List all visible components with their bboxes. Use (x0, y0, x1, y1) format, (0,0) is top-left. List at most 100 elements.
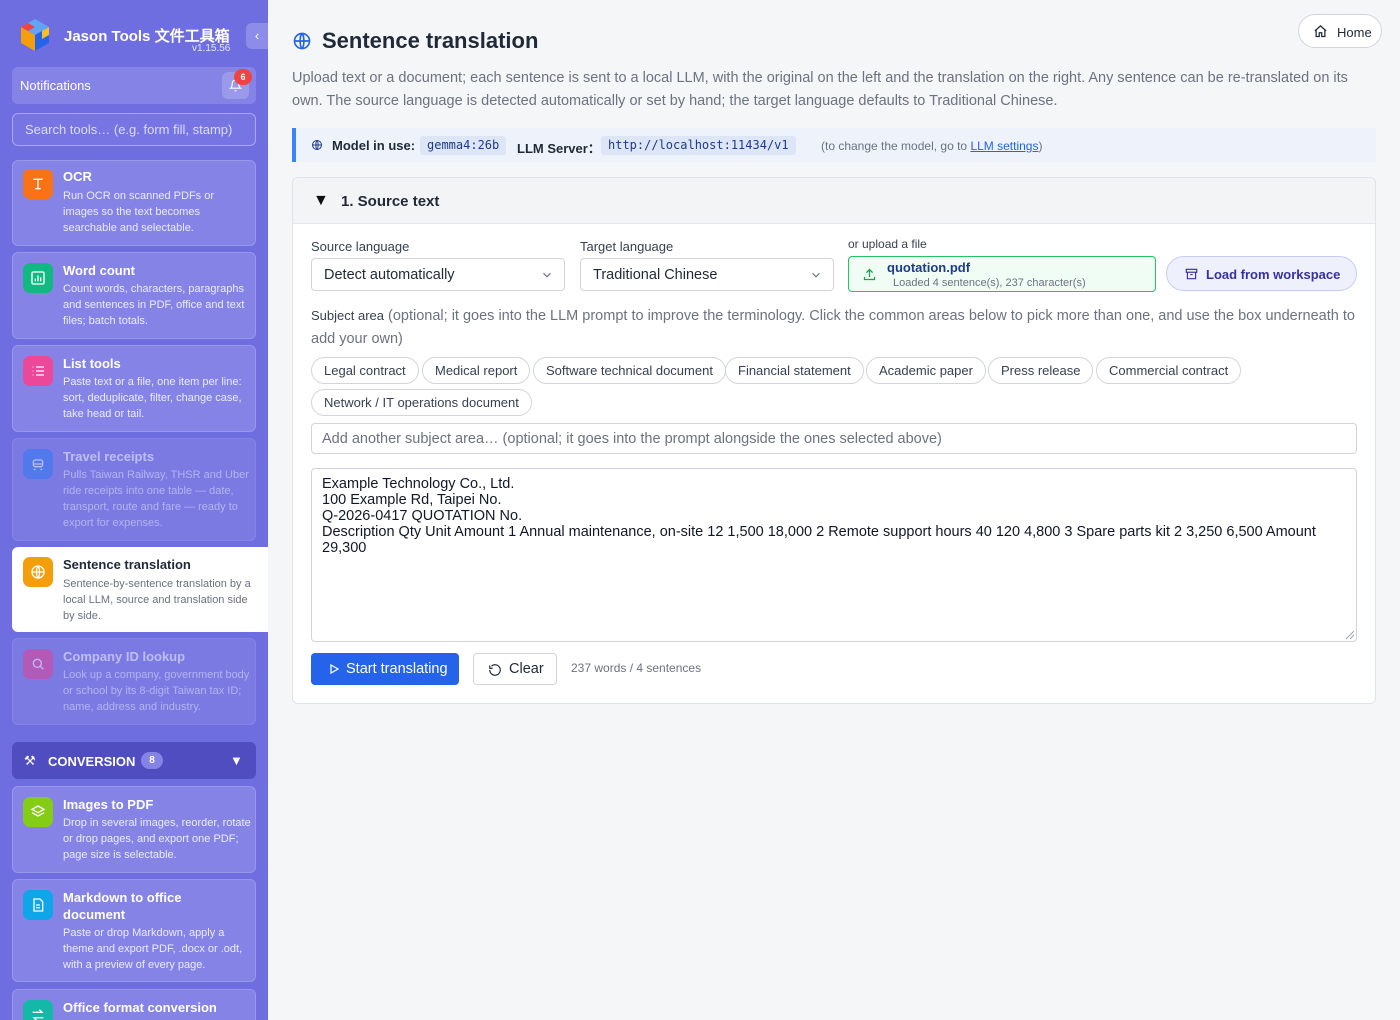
play-icon (330, 663, 340, 675)
server-value: http://localhost:11434/v1 (601, 136, 796, 155)
globe-icon (293, 32, 311, 50)
tool-card-list-tools[interactable]: List tools Paste text or a file, one ite… (12, 345, 256, 432)
page-title: Sentence translation (322, 28, 539, 53)
home-button[interactable]: Home (1298, 14, 1382, 48)
uploaded-file-status: Loaded 4 sentence(s), 237 character(s) (893, 277, 1086, 289)
model-change-hint: (to change the model, go to LLM settings… (821, 139, 1042, 153)
uploaded-file-name: quotation.pdf (887, 260, 971, 275)
tool-card-office-format-conversion[interactable]: Office format conversion (12, 989, 256, 1020)
archive-icon (1185, 268, 1198, 280)
app-logo-icon (21, 19, 49, 51)
tool-title: Word count (63, 263, 135, 278)
start-translating-button[interactable]: Start translating (311, 653, 459, 685)
swap-icon (23, 1000, 53, 1020)
chevron-down-icon (543, 272, 551, 278)
chip-legal-contract[interactable]: Legal contract (311, 357, 419, 384)
subject-area-hint: (optional; it goes into the LLM prompt t… (311, 308, 1355, 347)
subject-area-label: Subject area (311, 308, 384, 323)
tool-title: Images to PDF (63, 797, 154, 812)
tool-title: Travel receipts (63, 449, 155, 464)
source-language-label: Source language (311, 239, 410, 254)
upload-label: or upload a file (848, 237, 927, 251)
globe-icon (23, 557, 53, 587)
sidebar: Jason Tools 文件工具箱 v1.15.56 ‹ Notificatio… (0, 0, 268, 1020)
hint-suffix: ) (1038, 139, 1043, 153)
chip-network-it-operations-document[interactable]: Network / IT operations document (311, 389, 532, 416)
tool-card-sentence-translation[interactable]: Sentence translation Sentence-by-sentenc… (12, 547, 268, 632)
start-translating-label: Start translating (346, 661, 448, 677)
target-language-value: Traditional Chinese (593, 267, 718, 283)
model-label: Model in use: (332, 138, 416, 153)
tool-card-word-count[interactable]: Word count Count words, characters, para… (12, 252, 256, 339)
tool-description: Look up a company, government body or sc… (63, 669, 250, 713)
magic-wand-icon: ⚒ (24, 753, 36, 768)
chip-financial-statement[interactable]: Financial statement (725, 357, 864, 384)
tool-card-company-id-lookup[interactable]: Company ID lookup Look up a company, gov… (12, 638, 256, 725)
document-icon (23, 890, 53, 920)
bar-chart-icon (23, 263, 53, 293)
tool-card-markdown-to-office[interactable]: Markdown to office document Paste or dro… (12, 879, 256, 982)
tool-description: Paste or drop Markdown, apply a theme an… (63, 927, 243, 971)
collapse-sidebar-button[interactable]: ‹ (246, 23, 268, 49)
tool-description: Run OCR on scanned PDFs or images so the… (63, 190, 215, 234)
source-text-area[interactable]: Example Technology Co., Ltd. 100 Example… (311, 468, 1357, 642)
file-upload-dropzone[interactable]: quotation.pdf Loaded 4 sentence(s), 237 … (848, 256, 1156, 292)
tool-description: Count words, characters, paragraphs and … (63, 283, 245, 327)
chip-academic-paper[interactable]: Academic paper (866, 357, 986, 384)
tool-card-travel-receipts[interactable]: Travel receipts Pulls Taiwan Railway, TH… (12, 438, 256, 541)
section-title: 1. Source text (341, 193, 440, 210)
custom-subject-area-input[interactable] (311, 423, 1357, 454)
tool-description: Pulls Taiwan Railway, THSR and Uber ride… (63, 469, 249, 529)
word-sentence-count: 237 words / 4 sentences (571, 661, 702, 675)
tool-card-images-to-pdf[interactable]: Images to PDF Drop in several images, re… (12, 786, 256, 873)
app-version: v1.15.56 (192, 43, 231, 54)
category-label: CONVERSION (48, 754, 136, 769)
category-count-badge: 8 (141, 752, 163, 769)
collapse-triangle-icon: ▼ (313, 192, 329, 209)
chip-press-release[interactable]: Press release (988, 357, 1094, 384)
chip-medical-report[interactable]: Medical report (422, 357, 531, 384)
tool-description: Sentence-by-sentence translation by a lo… (63, 578, 251, 622)
home-label: Home (1337, 25, 1372, 40)
upload-icon (863, 268, 876, 281)
source-language-select[interactable]: Detect automatically (311, 258, 565, 291)
category-conversion-header[interactable]: ⚒ CONVERSION 8 ▼ (12, 742, 256, 779)
target-language-select[interactable]: Traditional Chinese (580, 258, 834, 291)
resize-grip-icon[interactable] (1345, 630, 1355, 640)
tool-title: Office format conversion (63, 1000, 217, 1015)
chevron-down-icon (812, 272, 820, 278)
notifications-label: Notifications (20, 78, 91, 93)
tool-description: Paste text or a file, one item per line:… (63, 376, 242, 420)
globe-icon (312, 140, 322, 150)
subject-area-description: Subject area (optional; it goes into the… (311, 304, 1361, 351)
tool-search-input[interactable] (12, 113, 256, 146)
workspace-label: Load from workspace (1206, 267, 1341, 282)
layers-icon (23, 797, 53, 827)
text-t-icon (23, 169, 53, 199)
clear-button[interactable]: Clear (473, 653, 557, 685)
tool-title: List tools (63, 356, 121, 371)
target-language-label: Target language (580, 239, 674, 254)
tool-title: Sentence translation (63, 557, 191, 572)
brand: Jason Tools 文件工具箱 v1.15.56 ‹ (0, 0, 268, 64)
notifications-bar[interactable]: Notifications (12, 67, 256, 104)
notifications-count-badge: 6 (234, 69, 252, 85)
chevron-down-icon: ▼ (230, 753, 243, 768)
chip-commercial-contract[interactable]: Commercial contract (1096, 357, 1242, 384)
server-label: LLM Server： (517, 141, 601, 156)
train-icon (23, 449, 53, 479)
tool-title: Markdown to office document (63, 890, 182, 922)
llm-settings-link[interactable]: LLM settings (970, 139, 1038, 153)
source-text-section: ▼ 1. Source text Source language Detect … (292, 177, 1376, 704)
tool-description: Drop in several images, reorder, rotate … (63, 817, 251, 861)
chip-software-technical-document[interactable]: Software technical document (533, 357, 726, 384)
source-section-header[interactable]: ▼ 1. Source text (293, 178, 1375, 224)
model-info-bar: Model in use: gemma4:26b LLM Server： htt… (292, 128, 1376, 162)
hint-prefix: (to change the model, go to (821, 139, 971, 153)
tool-title: Company ID lookup (63, 649, 186, 664)
load-from-workspace-button[interactable]: Load from workspace (1166, 256, 1357, 291)
page-description: Upload text or a document; each sentence… (292, 70, 1348, 109)
list-icon (23, 356, 53, 386)
tool-card-ocr[interactable]: OCR Run OCR on scanned PDFs or images so… (12, 160, 256, 246)
tool-title: OCR (63, 169, 92, 184)
